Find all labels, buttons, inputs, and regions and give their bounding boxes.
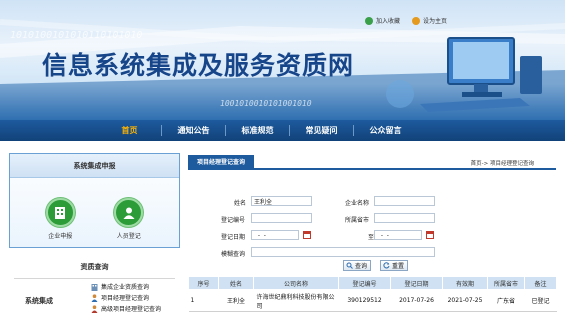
search-icon bbox=[346, 262, 353, 269]
results-table: 序号 姓名 公司名称 登记编号 登记日期 有效期 所属省市 备注 1 王利全 许… bbox=[188, 276, 557, 312]
name-field[interactable] bbox=[251, 196, 312, 206]
calendar-icon[interactable] bbox=[303, 231, 311, 239]
nav-item-messages[interactable]: 公众留言 bbox=[354, 125, 417, 136]
personnel-register-label: 人员登记 bbox=[116, 233, 141, 240]
query-category-label: 系统集成 bbox=[25, 297, 53, 305]
query-links: 集成企业资质查询 项目经理登记查询 高级项目经理登记查询 bbox=[91, 282, 161, 313]
cell-name: 王利全 bbox=[218, 289, 254, 312]
cell-province: 广东省 bbox=[487, 289, 525, 312]
company-field[interactable] bbox=[374, 196, 435, 206]
province-label: 所属省市 bbox=[345, 217, 370, 224]
manager-registration-query-link[interactable]: 项目经理登记查询 bbox=[91, 293, 161, 302]
enterprise-apply-button[interactable]: 企业申报 bbox=[45, 198, 75, 240]
enterprise-apply-label: 企业申报 bbox=[48, 233, 73, 240]
apply-buttons: 企业申报 人员登记 bbox=[10, 178, 179, 240]
search-button[interactable]: 查询 bbox=[343, 260, 372, 271]
senior-manager-registration-query-link[interactable]: 高级项目经理登记查询 bbox=[91, 304, 161, 313]
nav-item-faq[interactable]: 常见疑问 bbox=[290, 125, 353, 136]
table-header-row: 序号 姓名 公司名称 登记编号 登记日期 有效期 所属省市 备注 bbox=[188, 276, 557, 290]
table-row[interactable]: 1 王利全 许海世纪鼎利科技股份有限公司 390129512 2017-07-2… bbox=[188, 289, 557, 312]
person-icon bbox=[114, 198, 144, 227]
manager-query-icon bbox=[91, 293, 98, 302]
fuzzy-search-label: 模糊查询 bbox=[221, 251, 246, 258]
company-label: 企业名称 bbox=[345, 200, 370, 207]
main-content: 项目经理登记查询 首页-> 项目经理登记查询 姓名 企业名称 登记编号 所属省市… bbox=[188, 155, 556, 271]
column-header: 备注 bbox=[524, 276, 557, 290]
binary-text-bottom: 1001010010101001010 bbox=[220, 99, 312, 108]
cell-registration-date: 2017-07-26 bbox=[390, 289, 443, 312]
manager-registration-query-label: 项目经理登记查询 bbox=[101, 295, 150, 302]
column-header: 登记日期 bbox=[390, 276, 443, 290]
name-label: 姓名 bbox=[234, 200, 247, 207]
left-sidebar: 系统集成申报 企业申报 人员登记 资质查询 系统集成 集成企业资质查询 项目经理… bbox=[9, 153, 180, 329]
date-from-field[interactable] bbox=[251, 230, 299, 240]
site-title: 信息系统集成及服务资质网 bbox=[42, 51, 355, 80]
column-header: 登记编号 bbox=[338, 276, 391, 290]
apply-panel: 系统集成申报 企业申报 人员登记 bbox=[9, 153, 180, 248]
top-links: 加入收藏 设为主页 bbox=[364, 16, 447, 25]
registration-number-label: 登记编号 bbox=[221, 217, 246, 224]
refresh-icon bbox=[383, 262, 390, 269]
apply-panel-title: 系统集成申报 bbox=[10, 154, 179, 178]
search-form: 姓名 企业名称 登记编号 所属省市 登记日期 至 模糊查询 bbox=[188, 170, 556, 264]
cell-registration-number: 390129512 bbox=[338, 289, 391, 312]
reset-button-label: 重置 bbox=[392, 263, 405, 270]
main-nav: 首页 通知公告 标准规范 常见疑问 公众留言 bbox=[0, 120, 565, 141]
cell-index: 1 bbox=[188, 289, 219, 312]
registration-date-label: 登记日期 bbox=[221, 234, 246, 241]
set-homepage-link[interactable]: 设为主页 bbox=[411, 16, 447, 25]
home-icon bbox=[411, 16, 420, 25]
reset-button[interactable]: 重置 bbox=[380, 260, 409, 271]
query-section: 系统集成 集成企业资质查询 项目经理登记查询 高级项目经理登记查询 bbox=[9, 279, 180, 329]
cell-valid-until: 2021-07-25 bbox=[442, 289, 488, 312]
calendar-icon[interactable] bbox=[426, 231, 434, 239]
date-to-field[interactable] bbox=[374, 230, 422, 240]
company-query-icon bbox=[91, 283, 98, 291]
building-icon bbox=[45, 198, 75, 227]
province-field[interactable] bbox=[374, 213, 435, 223]
fuzzy-search-field[interactable] bbox=[251, 247, 435, 257]
column-header: 所属省市 bbox=[487, 276, 525, 290]
cell-company: 许海世纪鼎利科技股份有限公司 bbox=[253, 289, 339, 312]
cell-remark: 已登记 bbox=[524, 289, 557, 312]
search-button-label: 查询 bbox=[355, 263, 368, 270]
add-favorite-link[interactable]: 加入收藏 bbox=[364, 16, 400, 25]
personnel-register-button[interactable]: 人员登记 bbox=[114, 198, 144, 240]
company-qualification-query-label: 集成企业资质查询 bbox=[101, 284, 150, 291]
senior-manager-query-icon bbox=[91, 304, 98, 313]
query-section-title: 资质查询 bbox=[80, 263, 109, 271]
add-favorite-label: 加入收藏 bbox=[375, 18, 400, 25]
column-header: 序号 bbox=[188, 276, 219, 290]
senior-manager-registration-query-label: 高级项目经理登记查询 bbox=[101, 306, 162, 313]
add-favorite-icon bbox=[364, 16, 373, 25]
nav-item-standards[interactable]: 标准规范 bbox=[226, 125, 289, 136]
nav-item-notices[interactable]: 通知公告 bbox=[162, 125, 225, 136]
column-header: 公司名称 bbox=[253, 276, 339, 290]
registration-number-field[interactable] bbox=[251, 213, 312, 223]
column-header: 有效期 bbox=[442, 276, 488, 290]
company-qualification-query-link[interactable]: 集成企业资质查询 bbox=[91, 282, 161, 291]
header-banner: 1010100101010110101010 10010100101010010… bbox=[0, 0, 565, 120]
nav-item-home[interactable]: 首页 bbox=[98, 125, 161, 136]
breadcrumb: 首页-> 项目经理登记查询 bbox=[470, 161, 534, 167]
content-tabbar: 项目经理登记查询 首页-> 项目经理登记查询 bbox=[188, 155, 556, 170]
form-buttons: 查询 重置 bbox=[343, 260, 409, 271]
set-homepage-label: 设为主页 bbox=[422, 18, 447, 25]
tab-manager-query[interactable]: 项目经理登记查询 bbox=[188, 155, 255, 170]
binary-text-top: 1010100101010110101010 bbox=[10, 30, 142, 41]
column-header: 姓名 bbox=[218, 276, 254, 290]
